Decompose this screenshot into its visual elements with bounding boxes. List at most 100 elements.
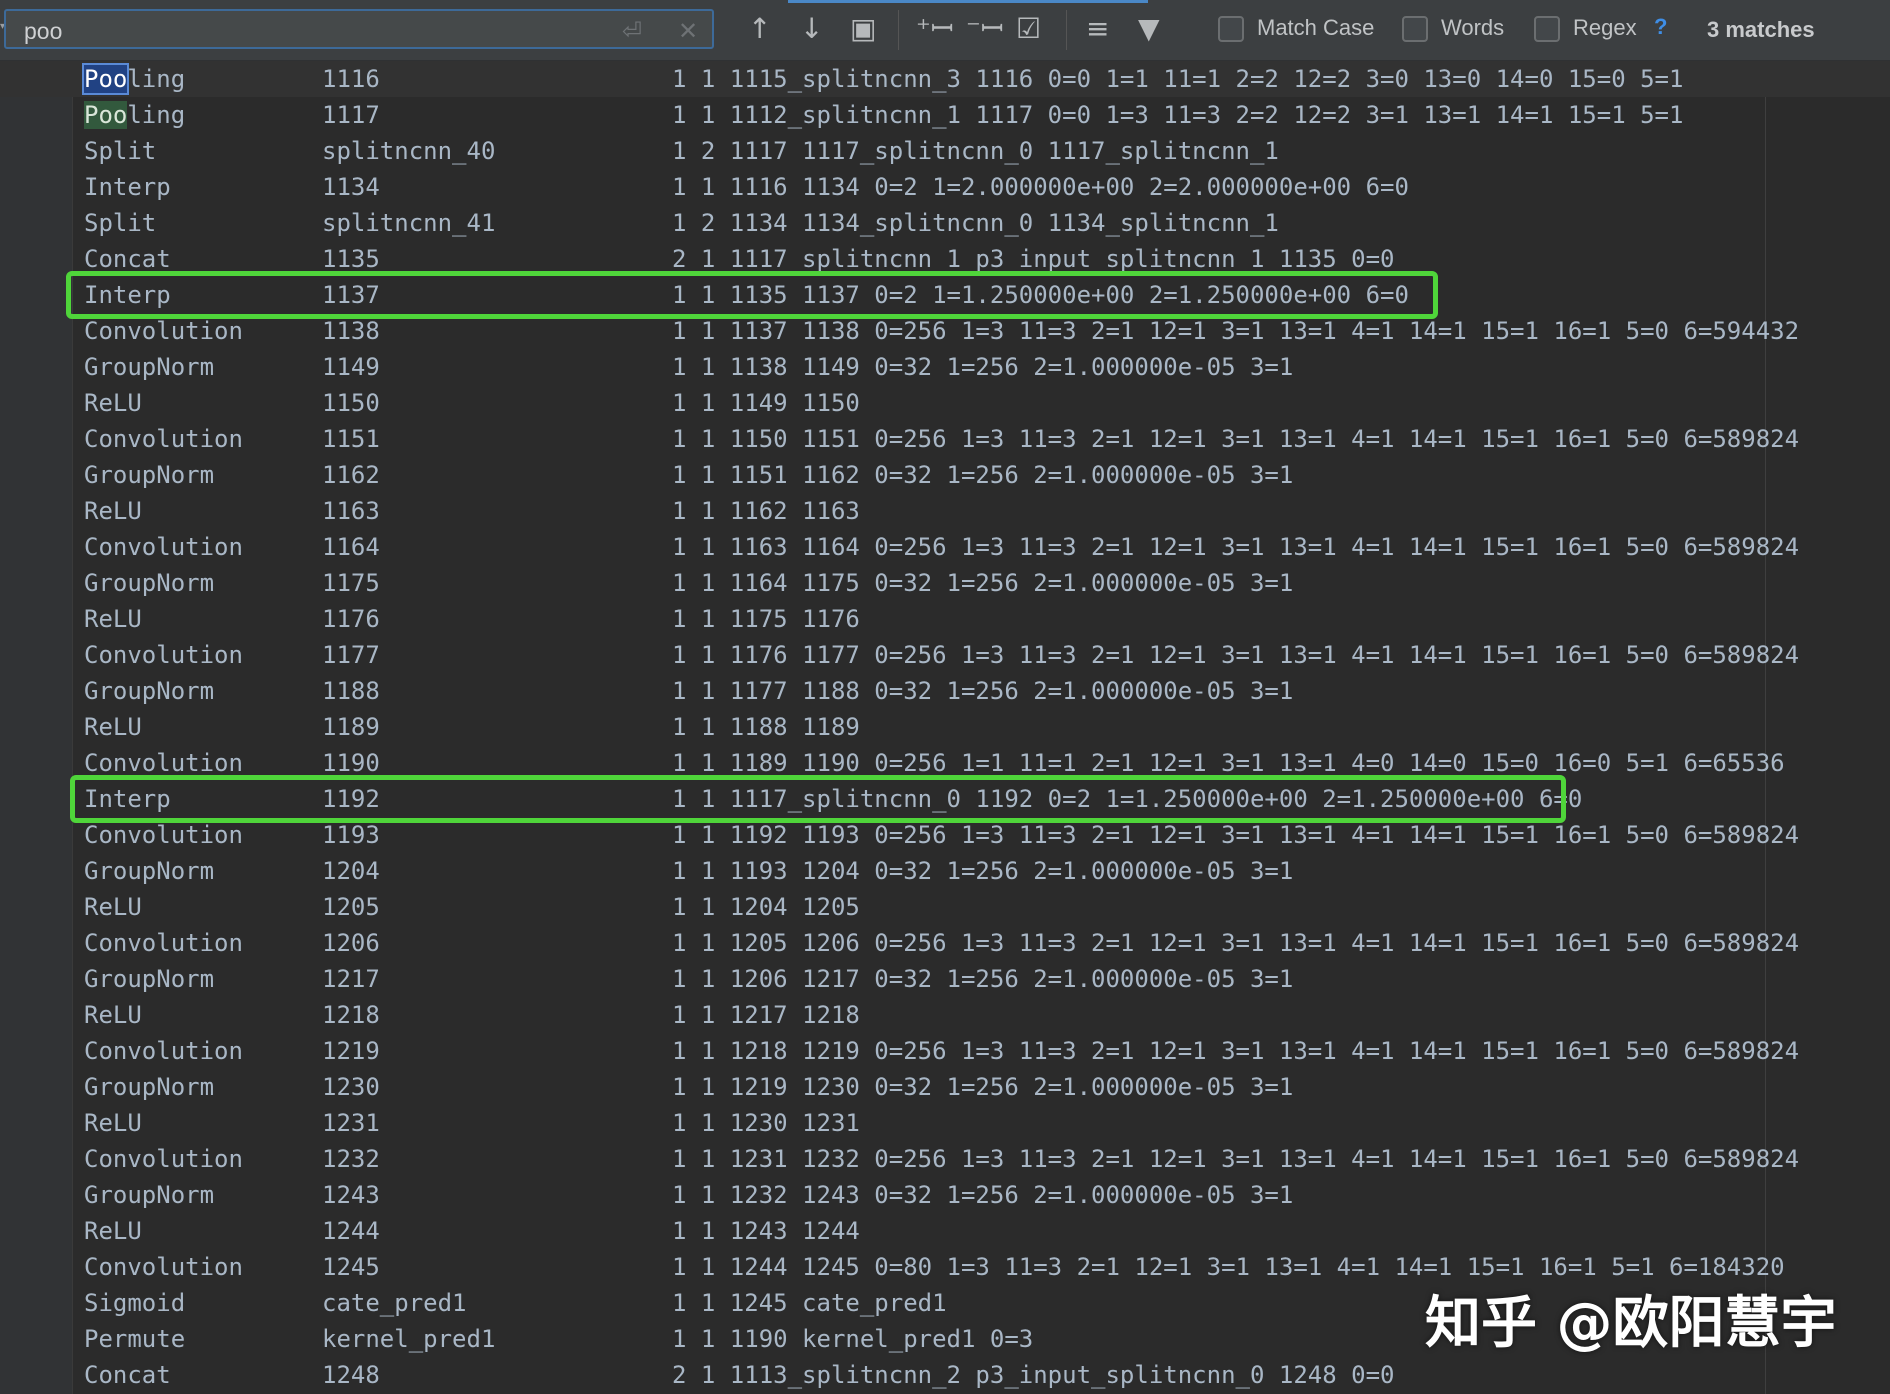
code-line[interactable]: Split splitncnn_40 1 2 1117 1117_splitncnn… [0, 133, 1890, 169]
regex-checkbox[interactable] [1534, 16, 1560, 42]
layer-params: 1 1 1188 1189 [672, 713, 860, 741]
layer-name: 1117 [322, 101, 380, 129]
filter-lines-icon[interactable]: ≡ [1086, 12, 1109, 46]
layer-name: 1217 [322, 965, 380, 993]
code-line[interactable]: Convolution 1177 1 1 1176 1177 0=256 1=3 1… [0, 637, 1890, 673]
layer-params: 1 1 1190 kernel_pred1 0=3 [672, 1325, 1034, 1353]
select-occurrences-icon[interactable]: ☑ [1016, 12, 1041, 46]
layer-type: Convolution [84, 1253, 243, 1281]
code-line[interactable]: Convolution 1193 1 1 1192 1193 0=256 1=3 1… [0, 817, 1890, 853]
layer-type: Convolution [84, 641, 243, 669]
arrow-down-icon[interactable]: ↓ [800, 12, 823, 46]
search-input[interactable]: poo ⏎ ✕ [4, 9, 714, 49]
layer-params: 1 1 1205 1206 0=256 1=3 11=3 2=1 12=1 3=… [672, 929, 1800, 957]
layer-type: GroupNorm [84, 1181, 215, 1209]
layer-type: Interp [84, 173, 171, 201]
code-line[interactable]: Convolution 1151 1 1 1150 1151 0=256 1=3 1… [0, 421, 1890, 457]
remove-occurrence-icon[interactable]: ⁻ꟷ [966, 12, 1004, 46]
code-line[interactable]: Concat 1248 2 1 1113_splitncnn_2 p3_input_… [0, 1357, 1890, 1393]
layer-type: Permute [84, 1325, 186, 1353]
code-line[interactable]: Convolution 1190 1 1 1189 1190 0=256 1=1 1… [0, 745, 1890, 781]
layer-name: 1134 [322, 173, 380, 201]
code-line[interactable]: Concat 1135 2 1 1117_splitncnn_1 p3_input_… [0, 241, 1890, 277]
layer-type: Convolution [84, 1037, 243, 1065]
code-line[interactable]: GroupNorm 1175 1 1 1164 1175 0=32 1=256 2=… [0, 565, 1890, 601]
layer-type: Interp [84, 281, 171, 309]
code-line[interactable]: ReLU 1163 1 1 1162 1163 [0, 493, 1890, 529]
layer-type: GroupNorm [84, 677, 215, 705]
code-line[interactable]: ReLU 1205 1 1 1204 1205 [0, 889, 1890, 925]
add-occurrence-icon[interactable]: ⁺ꟷ [916, 12, 954, 46]
code-editor[interactable]: Pooling 1116 1 1 1115_splitncnn_3 1116 0=0… [0, 61, 1890, 1394]
code-line[interactable]: Convolution 1219 1 1 1218 1219 0=256 1=3 1… [0, 1033, 1890, 1069]
code-line[interactable]: ReLU 1218 1 1 1217 1218 [0, 997, 1890, 1033]
code-line[interactable]: ReLU 1176 1 1 1175 1176 [0, 601, 1890, 637]
layer-params: 1 1 1206 1217 0=32 1=256 2=1.000000e-05 … [672, 965, 1294, 993]
layer-name: 1151 [322, 425, 380, 453]
code-line[interactable]: ReLU 1231 1 1 1230 1231 [0, 1105, 1890, 1141]
layer-params: 1 1 1135 1137 0=2 1=1.250000e+00 2=1.250… [672, 281, 1409, 309]
toolbar-separator [1066, 10, 1067, 50]
layer-params: 1 1 1117_splitncnn_0 1192 0=2 1=1.250000… [672, 785, 1583, 813]
words-label[interactable]: Words [1441, 15, 1504, 41]
layer-type: GroupNorm [84, 1073, 215, 1101]
code-line[interactable]: GroupNorm 1243 1 1 1232 1243 0=32 1=256 2=… [0, 1177, 1890, 1213]
regex-help-icon[interactable]: ? [1654, 14, 1667, 40]
code-line[interactable]: GroupNorm 1217 1 1 1206 1217 0=32 1=256 2=… [0, 961, 1890, 997]
code-line[interactable]: Pooling 1116 1 1 1115_splitncnn_3 1116 0=0… [0, 61, 1890, 97]
replace-newline-icon[interactable]: ⏎ [622, 17, 642, 45]
layer-type: ReLU [84, 497, 142, 525]
code-line[interactable]: Interp 1134 1 1 1116 1134 0=2 1=2.000000e+… [0, 169, 1890, 205]
layer-type: Pooling [84, 97, 185, 133]
arrow-up-icon[interactable]: ↑ [748, 12, 771, 46]
code-line[interactable]: GroupNorm 1188 1 1 1177 1188 0=32 1=256 2=… [0, 673, 1890, 709]
layer-type: ReLU [84, 605, 142, 633]
layer-name: 1177 [322, 641, 380, 669]
layer-name: 1248 [322, 1361, 380, 1389]
code-line[interactable]: Convolution 1206 1 1 1205 1206 0=256 1=3 1… [0, 925, 1890, 961]
layer-params: 1 1 1219 1230 0=32 1=256 2=1.000000e-05 … [672, 1073, 1294, 1101]
code-line[interactable]: Interp 1137 1 1 1135 1137 0=2 1=1.250000e+… [0, 277, 1890, 313]
layer-params: 1 2 1134 1134_splitncnn_0 1134_splitncnn… [672, 209, 1279, 237]
code-line[interactable]: Convolution 1138 1 1 1137 1138 0=256 1=3 1… [0, 313, 1890, 349]
layer-name: kernel_pred1 [322, 1325, 496, 1353]
clear-icon[interactable]: ✕ [678, 17, 698, 45]
words-checkbox[interactable] [1402, 16, 1428, 42]
find-toolbar: ▾ poo ⏎ ✕ ↑ ↓ ▣ ⁺ꟷ ⁻ꟷ ☑ ≡ ▼ Match Case W… [0, 0, 1890, 61]
code-line[interactable]: GroupNorm 1230 1 1 1219 1230 0=32 1=256 2=… [0, 1069, 1890, 1105]
layer-name: 1231 [322, 1109, 380, 1137]
layer-params: 1 1 1164 1175 0=32 1=256 2=1.000000e-05 … [672, 569, 1294, 597]
funnel-icon[interactable]: ▼ [1138, 12, 1160, 46]
layer-type-rest: ling [127, 101, 186, 129]
code-line[interactable]: GroupNorm 1149 1 1 1138 1149 0=32 1=256 2=… [0, 349, 1890, 385]
code-line[interactable]: GroupNorm 1204 1 1 1193 1204 0=32 1=256 2=… [0, 853, 1890, 889]
layer-type: ReLU [84, 1109, 142, 1137]
layer-name: 1189 [322, 713, 380, 741]
layer-params: 1 1 1232 1243 0=32 1=256 2=1.000000e-05 … [672, 1181, 1294, 1209]
layer-params: 1 1 1204 1205 [672, 893, 860, 921]
layer-type: Convolution [84, 821, 243, 849]
code-line[interactable]: ReLU 1189 1 1 1188 1189 [0, 709, 1890, 745]
layer-name: 1164 [322, 533, 380, 561]
search-match-highlight: Poo [81, 63, 130, 95]
code-line[interactable]: Pooling 1117 1 1 1112_splitncnn_1 1117 0=0… [0, 97, 1890, 133]
regex-label[interactable]: Regex [1573, 15, 1637, 41]
toolbar-accent-line [788, 0, 1148, 3]
code-line[interactable]: ReLU 1244 1 1 1243 1244 [0, 1213, 1890, 1249]
search-query-text[interactable]: poo [24, 18, 62, 45]
code-line[interactable]: Split splitncnn_41 1 2 1134 1134_splitncnn… [0, 205, 1890, 241]
code-line[interactable]: ReLU 1150 1 1 1149 1150 [0, 385, 1890, 421]
code-line[interactable]: Convolution 1164 1 1 1163 1164 0=256 1=3 1… [0, 529, 1890, 565]
select-all-icon[interactable]: ▣ [850, 12, 876, 46]
layer-params: 1 1 1231 1232 0=256 1=3 11=3 2=1 12=1 3=… [672, 1145, 1800, 1173]
match-case-checkbox[interactable] [1218, 16, 1244, 42]
layer-name: 1243 [322, 1181, 380, 1209]
layer-type: ReLU [84, 713, 142, 741]
layer-name: 1193 [322, 821, 380, 849]
layer-params: 1 1 1149 1150 [672, 389, 860, 417]
layer-params: 1 1 1189 1190 0=256 1=1 11=1 2=1 12=1 3=… [672, 749, 1785, 777]
code-line[interactable]: Convolution 1232 1 1 1231 1232 0=256 1=3 1… [0, 1141, 1890, 1177]
code-line[interactable]: GroupNorm 1162 1 1 1151 1162 0=32 1=256 2=… [0, 457, 1890, 493]
code-line[interactable]: Interp 1192 1 1 1117_splitncnn_0 1192 0=2 … [0, 781, 1890, 817]
match-case-label[interactable]: Match Case [1257, 15, 1374, 41]
